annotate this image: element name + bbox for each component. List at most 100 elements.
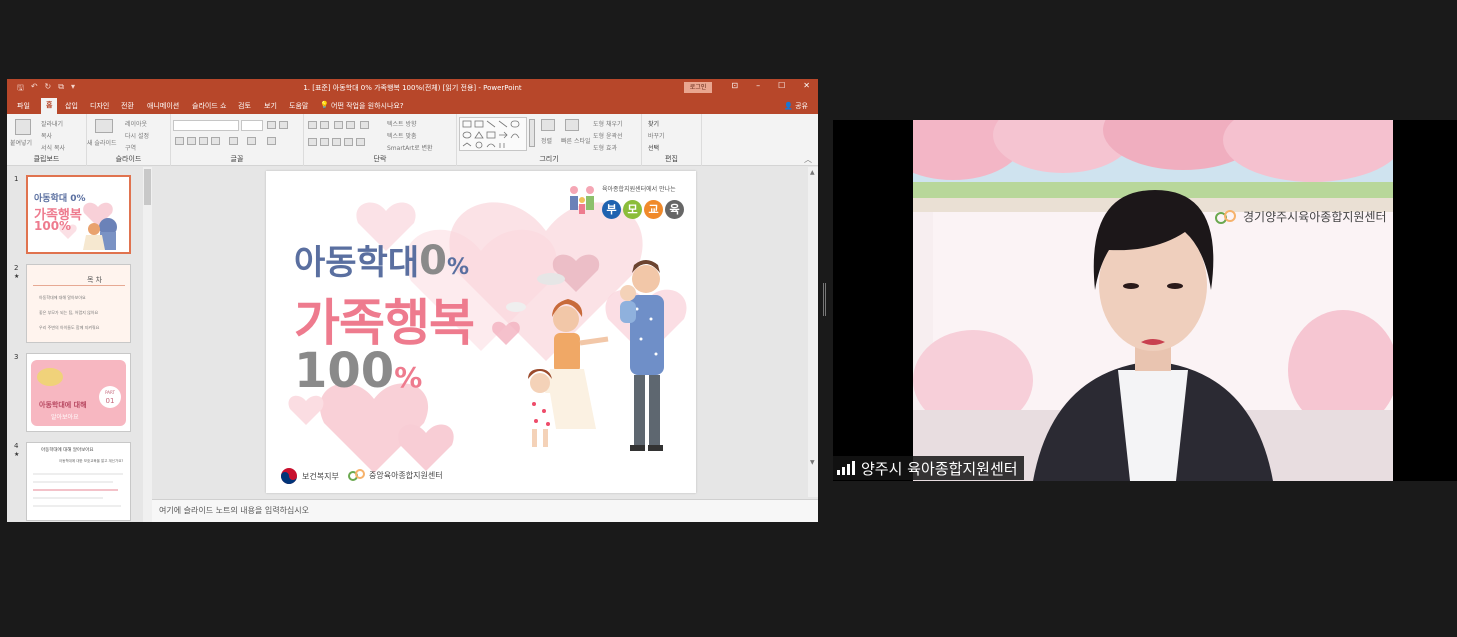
columns-icon[interactable] [356,138,365,146]
arrange-icon[interactable] [541,119,555,131]
decrease-indent-icon[interactable] [334,121,343,129]
group-label: 슬라이드 [115,155,142,163]
tab-view[interactable]: 보기 [264,101,277,111]
ribbon-display-icon[interactable]: ⊡ [731,81,738,90]
layout-button[interactable]: 레이아웃 [125,119,147,128]
shape-effects-button[interactable]: 도형 효과 [593,143,617,152]
slide-scrollbar[interactable]: ▲ ▼ [808,167,818,497]
case-icon[interactable] [247,137,256,145]
notes-pane[interactable]: 여기에 슬라이드 노트의 내용을 입력하십시오 [152,499,818,522]
font-color-icon[interactable] [267,137,276,145]
program-banner: 육아종합지원센터에서 만나는 부 모 교 육 [566,180,691,222]
format-painter-button[interactable]: 서식 복사 [41,143,65,152]
select-button[interactable]: 선택 [648,143,659,152]
quick-styles-icon[interactable] [565,119,579,131]
participant-name: 양주시 육아종합지원센터 [861,459,1018,478]
close-icon[interactable]: ✕ [803,81,810,90]
copy-button[interactable]: 복사 [41,131,52,140]
main-slide-canvas[interactable]: 육아종합지원센터에서 만나는 부 모 교 육 아동학대0% 가족행복 100% [266,171,696,493]
justify-icon[interactable] [344,138,353,146]
section-button[interactable]: 구역 [125,143,136,152]
group-paragraph: 텍스트 방향 텍스트 맞춤 SmartArt로 변환 단락 [304,114,457,166]
shapes-more-icon[interactable] [529,119,535,147]
center-logo-icon [1215,209,1236,224]
slide-thumbnail-1[interactable]: 아동학대 0% 가족행복 100% [26,175,131,254]
slide-thumbnail-4[interactable]: 아동학대에 대해 알아보아요 아동학대에 대한 보호교육을 알고 계신가요? [26,442,131,521]
title-unit: % [394,361,423,394]
bullets-icon[interactable] [308,121,317,129]
paste-button[interactable]: 붙여넣기 [10,138,32,147]
tell-me-search[interactable]: 어떤 작업을 원하시나요? [331,101,404,111]
tab-help[interactable]: 도움말 [289,101,308,111]
strikethrough-icon[interactable] [211,137,220,145]
slide-thumbnail-3[interactable]: PART 01 아동학대에 대해 알아보아요 [26,353,131,432]
font-size-select[interactable] [241,120,263,131]
backdrop-sign: 경기양주시육아종합지원센터 [1213,208,1387,225]
increase-indent-icon[interactable] [346,121,355,129]
align-left-icon[interactable] [308,138,317,146]
slide-number: 4 [14,442,19,450]
spacing-icon[interactable] [229,137,238,145]
star-icon: ★ [14,273,20,280]
bold-icon[interactable] [175,137,184,145]
shrink-font-icon[interactable] [279,121,288,129]
reset-button[interactable]: 다시 설정 [125,131,149,140]
slide-thumbnails-pane: 1 아동학대 0% 가족행복 100% 2 ★ 목 차 아동학대에 대해 알아보… [7,167,152,522]
cherry-blossom-backdrop-icon [913,120,1393,481]
minimize-icon[interactable]: – [756,81,760,90]
shape-outline-button[interactable]: 도형 윤곽선 [593,131,623,140]
tab-insert[interactable]: 삽입 [65,101,78,111]
underline-icon[interactable] [199,137,208,145]
title-unit: % [446,255,470,280]
thumb-part-title: 아동학대에 대해 [39,401,87,409]
cut-button[interactable]: 잘라내기 [41,119,63,128]
quick-styles-button[interactable]: 빠른 스타일 [561,136,591,145]
tab-home[interactable]: 홈 [41,98,58,114]
align-text-button[interactable]: 텍스트 맞춤 [387,131,417,140]
line-spacing-icon[interactable] [360,121,369,129]
tab-animations[interactable]: 애니메이션 [147,101,179,111]
maximize-icon[interactable]: ☐ [778,81,785,90]
smartart-button[interactable]: SmartArt로 변환 [387,143,433,152]
tab-slideshow[interactable]: 슬라이드 쇼 [192,101,226,111]
scroll-up-icon[interactable]: ▲ [810,169,815,176]
title-number: 0 [419,238,447,284]
paste-icon[interactable] [15,119,31,135]
thumb-subheading: 아동학대에 대한 보호교육을 알고 계신가요? [59,459,124,463]
font-family-select[interactable] [173,120,239,131]
numbering-icon[interactable] [320,121,329,129]
tab-transitions[interactable]: 전환 [121,101,134,111]
thumbnails-scrollbar[interactable] [143,167,152,522]
slide-number: 1 [14,175,19,183]
thumb-heading: 아동학대에 대해 알아보아요 [41,448,94,453]
collapse-ribbon-icon[interactable]: ︿ [804,154,812,165]
new-slide-icon[interactable] [95,119,113,133]
center-logo-icon [348,469,365,481]
text-direction-button[interactable]: 텍스트 방향 [387,119,417,128]
tab-file[interactable]: 파일 [17,101,30,111]
shapes-gallery[interactable] [459,117,527,151]
participant-video-tile[interactable]: 경기양주시육아종합지원센터 양주시 육아종합지원센터 [833,120,1457,481]
italic-icon[interactable] [187,137,196,145]
scrollbar-thumb[interactable] [144,169,151,205]
slide-number: 3 [14,353,19,361]
replace-button[interactable]: 바꾸기 [648,131,665,140]
slide-thumbnail-2[interactable]: 목 차 아동학대에 대해 알아보아요 좋은 부모가 되는 팁, 어렵지 않아요 … [26,264,131,343]
scroll-down-icon[interactable]: ▼ [810,459,815,466]
login-button[interactable]: 로그인 [684,82,712,93]
family-logo-icon [570,186,594,214]
find-button[interactable]: 찾기 [648,119,659,128]
group-clipboard: 붙여넣기 잘라내기 복사 서식 복사 클립보드 [7,114,87,166]
panel-splitter[interactable] [823,283,827,316]
align-center-icon[interactable] [320,138,329,146]
shape-fill-button[interactable]: 도형 채우기 [593,119,623,128]
grow-font-icon[interactable] [267,121,276,129]
tab-design[interactable]: 디자인 [90,101,109,111]
tab-review[interactable]: 검토 [238,101,251,111]
share-button[interactable]: 👤 공유 [784,101,808,111]
group-label: 그리기 [539,155,559,163]
align-right-icon[interactable] [332,138,341,146]
ribbon-tabs: 파일 홈 삽입 디자인 전환 애니메이션 슬라이드 쇼 검토 보기 도움말 💡 … [7,96,818,114]
new-slide-button[interactable]: 새 슬라이드 [87,138,117,147]
arrange-button[interactable]: 정렬 [541,136,552,145]
